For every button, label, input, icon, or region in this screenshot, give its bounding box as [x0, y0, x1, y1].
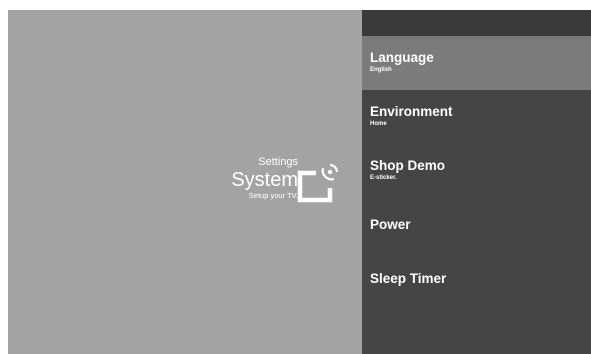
menu-top-strip [362, 10, 591, 36]
tv-screen: Settings System Setup your TV. Language … [8, 10, 591, 354]
menu-item-label: Shop Demo [370, 158, 446, 173]
menu-item-shop-demo[interactable]: Shop Demo E-sticker. [362, 144, 591, 198]
settings-menu: Language English Environment Home Shop D… [362, 36, 591, 306]
menu-item-environment[interactable]: Environment Home [362, 90, 591, 144]
menu-item-label: Language [370, 50, 434, 65]
page-title: System [231, 169, 298, 191]
settings-menu-panel: Language English Environment Home Shop D… [362, 10, 591, 354]
page-subtitle: Setup your TV. [248, 191, 298, 200]
settings-title-block: Settings System Setup your TV. [231, 156, 298, 201]
menu-item-label: Environment [370, 104, 453, 119]
menu-item-value: E-sticker. [370, 175, 397, 181]
settings-header-panel: Settings System Setup your TV. [8, 10, 362, 354]
menu-item-label: Power [370, 217, 411, 232]
menu-item-language[interactable]: Language English [362, 36, 591, 90]
section-label: Settings [258, 156, 298, 168]
menu-item-value: Home [370, 121, 387, 127]
menu-item-power[interactable]: Power [362, 198, 591, 252]
cast-tv-icon [297, 163, 338, 203]
menu-item-label: Sleep Timer [370, 271, 447, 286]
menu-item-sleep-timer[interactable]: Sleep Timer [362, 252, 591, 306]
menu-item-value: English [370, 67, 392, 73]
